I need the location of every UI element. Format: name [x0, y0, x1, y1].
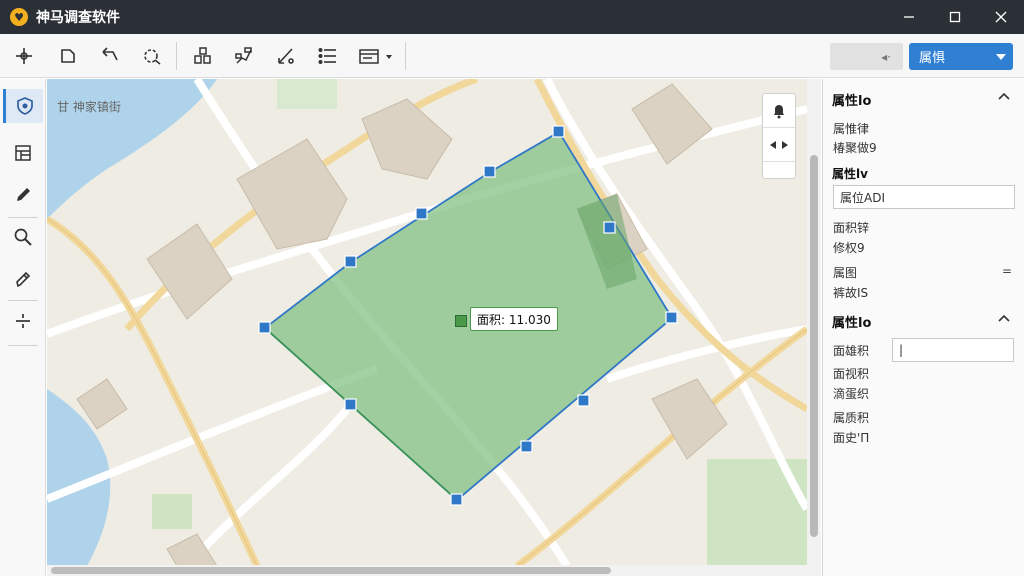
- map-canvas[interactable]: 甘 神家镇街 面积: 11.030: [47, 79, 807, 566]
- split-tool-button[interactable]: [5, 304, 41, 338]
- chevron-up-icon[interactable]: [998, 313, 1010, 326]
- vertex-handle[interactable]: [520, 440, 533, 453]
- measure-button[interactable]: [272, 42, 300, 70]
- minimize-icon: [904, 16, 914, 18]
- crosshair-icon: [16, 48, 32, 64]
- close-icon: [995, 11, 1007, 23]
- map-controls: [762, 93, 796, 179]
- table-tool-button[interactable]: [5, 136, 41, 170]
- toolbar: ◂· 属惧: [0, 34, 1024, 78]
- attribute-select-value: 属惧: [919, 51, 946, 66]
- prop-row: 面视积: [833, 367, 870, 381]
- vertex-handle[interactable]: [483, 165, 496, 178]
- rotate-icon: [144, 49, 161, 65]
- polygon-select-button[interactable]: [54, 42, 82, 70]
- left-divider: [8, 345, 38, 346]
- map-control-spacer: [763, 162, 795, 178]
- field-input[interactable]: |: [892, 338, 1014, 362]
- toolbar-divider: [176, 42, 177, 70]
- vertex-handle[interactable]: [665, 311, 678, 324]
- bell-icon: [774, 104, 784, 118]
- pencil-tool-button[interactable]: [5, 178, 41, 212]
- area-marker-icon: [455, 315, 467, 327]
- vertical-scroll-thumb[interactable]: [810, 155, 818, 537]
- title-bar: ♥ 神马调查软件: [0, 0, 1024, 34]
- horizontal-scroll-thumb[interactable]: [51, 567, 611, 574]
- chevron-up-icon[interactable]: [998, 91, 1010, 104]
- vertex-handle[interactable]: [603, 221, 616, 234]
- maximize-button[interactable]: [932, 0, 978, 34]
- vertex-handle[interactable]: [552, 125, 565, 138]
- vertex-handle[interactable]: [344, 398, 357, 411]
- brush-tool-button[interactable]: [5, 262, 41, 296]
- section-header-attributes-2[interactable]: 属性lo: [832, 312, 871, 331]
- table-icon: [15, 145, 31, 161]
- properties-panel: 属性lo 属惟律 椿聚做9 属性lv 属位ADI 面积锌 修权9 属图 = 裤故…: [822, 79, 1024, 576]
- close-button[interactable]: [978, 0, 1024, 34]
- list-button[interactable]: [314, 42, 342, 70]
- prop-row: 修权9: [833, 241, 865, 255]
- prop-row: 属图: [833, 266, 858, 280]
- undo-arrow-icon: [102, 47, 118, 61]
- layer-shield-icon: [16, 97, 33, 115]
- app-title: 神马调查软件: [36, 10, 120, 26]
- toolbar-grey-button[interactable]: ◂·: [830, 43, 903, 70]
- area-label: 面积: 11.030: [470, 307, 558, 331]
- route-icon: [235, 47, 252, 64]
- minimize-button[interactable]: [886, 0, 932, 34]
- survey-polygon-layer[interactable]: [47, 79, 807, 566]
- layers-grid-button[interactable]: [189, 42, 217, 70]
- maximize-icon: [949, 11, 961, 23]
- pencil-icon: [17, 188, 30, 201]
- attribute-input[interactable]: 属位ADI: [833, 185, 1015, 209]
- attribute-select[interactable]: 属惧: [909, 43, 1013, 70]
- horizontal-scrollbar[interactable]: [47, 565, 821, 576]
- brush-icon: [16, 271, 31, 288]
- map-place-label: 甘 神家镇街: [57, 100, 121, 114]
- prop-row: 属质积: [833, 411, 870, 425]
- layers-grid-icon: [194, 47, 211, 64]
- toolbar-divider: [405, 42, 406, 70]
- section-header-attributes[interactable]: 属性lo: [832, 90, 871, 109]
- field-label: 面雄积: [833, 344, 870, 358]
- vertex-handle[interactable]: [450, 493, 463, 506]
- vertex-handle[interactable]: [258, 321, 271, 334]
- vertical-scrollbar[interactable]: [807, 79, 821, 566]
- measure-icon: [278, 48, 294, 64]
- notification-button[interactable]: [763, 94, 795, 128]
- left-toolbar: [0, 79, 46, 576]
- route-button[interactable]: [230, 42, 258, 70]
- sub-section-title: 属性lv: [832, 167, 868, 181]
- table-dropdown-button[interactable]: [356, 42, 398, 70]
- list-icon: [318, 47, 336, 65]
- undo-button[interactable]: [96, 42, 124, 70]
- split-icon: [16, 314, 30, 328]
- table-dropdown-icon: [359, 49, 392, 64]
- app-logo-icon: ♥: [10, 8, 28, 26]
- survey-polygon[interactable]: [263, 130, 674, 502]
- pan-button[interactable]: [763, 128, 795, 162]
- prop-row: 滴蛋织: [833, 387, 870, 401]
- layer-tool-button[interactable]: [3, 89, 43, 123]
- left-divider: [8, 300, 38, 301]
- zoom-tool-button[interactable]: [5, 220, 41, 254]
- prop-row: 椿聚做9: [833, 141, 877, 155]
- prop-row: 裤故IS: [833, 286, 869, 300]
- zoom-icon: [14, 228, 32, 246]
- chevron-down-icon: [996, 54, 1006, 60]
- crosshair-tool-button[interactable]: [10, 42, 38, 70]
- vertex-handle[interactable]: [344, 255, 357, 268]
- rotate-button[interactable]: [138, 42, 166, 70]
- vertex-handle[interactable]: [577, 394, 590, 407]
- vertex-handle[interactable]: [415, 207, 428, 220]
- left-divider: [8, 217, 38, 218]
- pan-arrows-icon: [770, 140, 788, 149]
- prop-row: 属惟律: [833, 122, 870, 136]
- prop-row: 面积锌: [833, 221, 870, 235]
- prop-row: 面史'Π: [833, 431, 870, 445]
- polygon-select-icon: [61, 49, 75, 63]
- menu-equals-icon[interactable]: =: [1002, 264, 1012, 278]
